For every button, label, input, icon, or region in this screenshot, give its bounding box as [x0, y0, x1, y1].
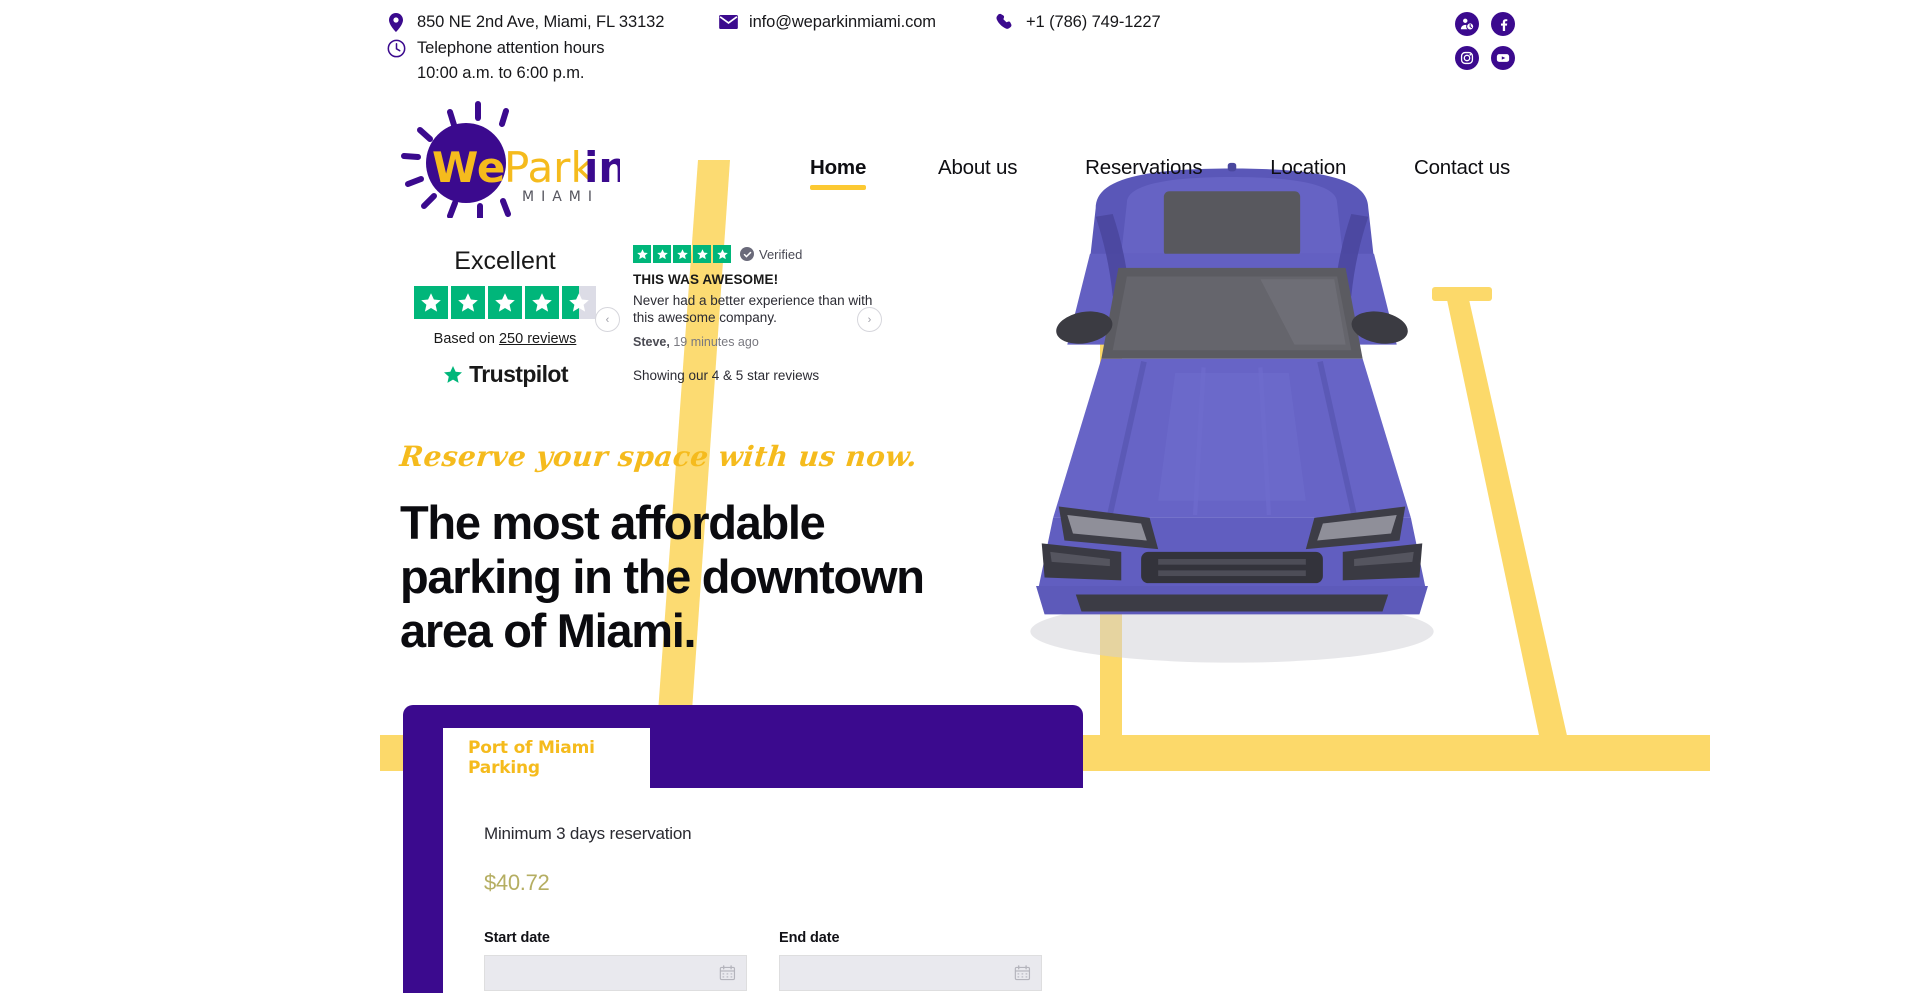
trustpilot-star-icon [444, 365, 463, 383]
address-block: 850 NE 2nd Ave, Miami, FL 33132 [386, 10, 664, 35]
end-date-field: End date [779, 930, 1042, 991]
trustpilot-summary: Excellent Based on 250 reviews Trustpilo… [405, 245, 605, 388]
trustpilot-review-count: Based on 250 reviews [405, 330, 605, 348]
star-1-icon [414, 286, 448, 319]
youtube-icon[interactable] [1491, 46, 1515, 70]
review-star-rating: Verified [633, 245, 893, 263]
end-date-label: End date [779, 930, 840, 946]
hero-heading: The most affordable parking in the downt… [400, 496, 925, 657]
site-logo[interactable]: We Park in MIAMI [390, 100, 628, 223]
star-5-half-icon [562, 286, 596, 319]
phone-icon [995, 12, 1015, 32]
based-on-prefix: Based on [433, 331, 499, 347]
review-count-link[interactable]: 250 reviews [499, 331, 576, 347]
review-star-4-icon [693, 245, 711, 263]
hours-text: Telephone attention hours 10:00 a.m. to … [417, 36, 605, 86]
review-star-2-icon [653, 245, 671, 263]
review-star-1-icon [633, 245, 651, 263]
nav-item-home[interactable]: Home [810, 155, 866, 190]
booking-tab[interactable]: Port of Miami Parking [443, 728, 650, 788]
trustpilot-star-rating [405, 286, 605, 319]
end-date-input[interactable] [780, 965, 1015, 981]
top-contact-bar: 850 NE 2nd Ave, Miami, FL 33132 Telephon… [0, 0, 1920, 92]
facebook-icon[interactable] [1491, 12, 1515, 36]
star-2-icon [451, 286, 485, 319]
email-block[interactable]: info@weparkinmiami.com [718, 10, 936, 35]
verified-label: Verified [759, 246, 803, 262]
clock-icon [386, 38, 406, 58]
start-date-input-wrap[interactable] [484, 955, 747, 991]
trustpilot-brand: Trustpilot [405, 361, 605, 388]
homepage: 850 NE 2nd Ave, Miami, FL 33132 Telephon… [0, 0, 1920, 993]
trustpilot-widget: Excellent Based on 250 reviews Trustpilo… [405, 245, 965, 395]
start-date-label: Start date [484, 930, 550, 946]
minimum-reservation-note: Minimum 3 days reservation [484, 824, 692, 843]
review-author: Steve, 19 minutes ago [633, 335, 893, 349]
envelope-icon [718, 12, 738, 32]
social-links [1455, 12, 1525, 70]
review-star-5-icon [713, 245, 731, 263]
nav-item-location[interactable]: Location [1270, 155, 1346, 190]
nav-item-reservations[interactable]: Reservations [1085, 155, 1202, 190]
booking-tab-label[interactable]: Port of Miami Parking [468, 738, 650, 778]
review-filter-note: Showing our 4 & 5 star reviews [633, 368, 820, 383]
trustpilot-review-card: Verified THIS WAS AWESOME! Never had a b… [633, 245, 893, 383]
price-value: $40.72 [484, 870, 550, 895]
phone-block[interactable]: +1 (786) 749-1227 [995, 10, 1161, 35]
calendar-icon[interactable] [1014, 964, 1031, 982]
star-4-icon [525, 286, 559, 319]
car-illustration [1030, 162, 1434, 663]
logo-text-in: in [584, 143, 620, 192]
date-fields: Start date End date [484, 930, 1042, 991]
verified-check-icon [740, 247, 754, 261]
phone-text[interactable]: +1 (786) 749-1227 [1026, 10, 1161, 35]
hours-block: Telephone attention hours 10:00 a.m. to … [386, 36, 605, 86]
hero-text-block: Reserve your space with us now. The most… [398, 440, 980, 658]
address-text: 850 NE 2nd Ave, Miami, FL 33132 [417, 13, 665, 31]
review-timestamp: 19 minutes ago [669, 335, 759, 349]
hours-line-1: Telephone attention hours [417, 39, 605, 57]
star-3-icon [488, 286, 522, 319]
hero-script-tagline: Reserve your space with us now. [398, 440, 920, 473]
verified-badge: Verified [740, 247, 802, 262]
end-date-input-wrap[interactable] [779, 955, 1042, 991]
logo-text-we: We [432, 143, 505, 192]
logo-text-park: Park [504, 143, 595, 192]
nav-item-about-us[interactable]: About us [938, 155, 1018, 190]
email-text[interactable]: info@weparkinmiami.com [749, 10, 936, 35]
booking-form: Minimum 3 days reservation $40.72 Start … [443, 788, 1083, 993]
review-author-name: Steve, [633, 335, 670, 349]
logo-text-miami: MIAMI [522, 189, 599, 205]
nav-item-contact-us[interactable]: Contact us [1414, 155, 1510, 190]
trustpilot-rating-word: Excellent [454, 247, 556, 275]
calendar-icon[interactable] [719, 964, 736, 982]
booking-schedule-icon[interactable] [1455, 12, 1479, 36]
map-pin-icon [386, 12, 406, 32]
review-star-3-icon [673, 245, 691, 263]
carousel-prev-button[interactable]: ‹ [595, 307, 620, 332]
review-title: THIS WAS AWESOME! [633, 272, 779, 287]
booking-widget: Port of Miami Parking Minimum 3 days res… [403, 705, 1083, 993]
start-date-field: Start date [484, 930, 747, 991]
trustpilot-brand-name: Trustpilot [469, 361, 568, 387]
hours-line-2: 10:00 a.m. to 6:00 p.m. [417, 64, 585, 82]
review-body: Never had a better experience than with … [633, 293, 873, 325]
main-navigation: Home About us Reservations Location Cont… [810, 155, 1510, 195]
instagram-icon[interactable] [1455, 46, 1479, 70]
start-date-input[interactable] [485, 965, 720, 981]
